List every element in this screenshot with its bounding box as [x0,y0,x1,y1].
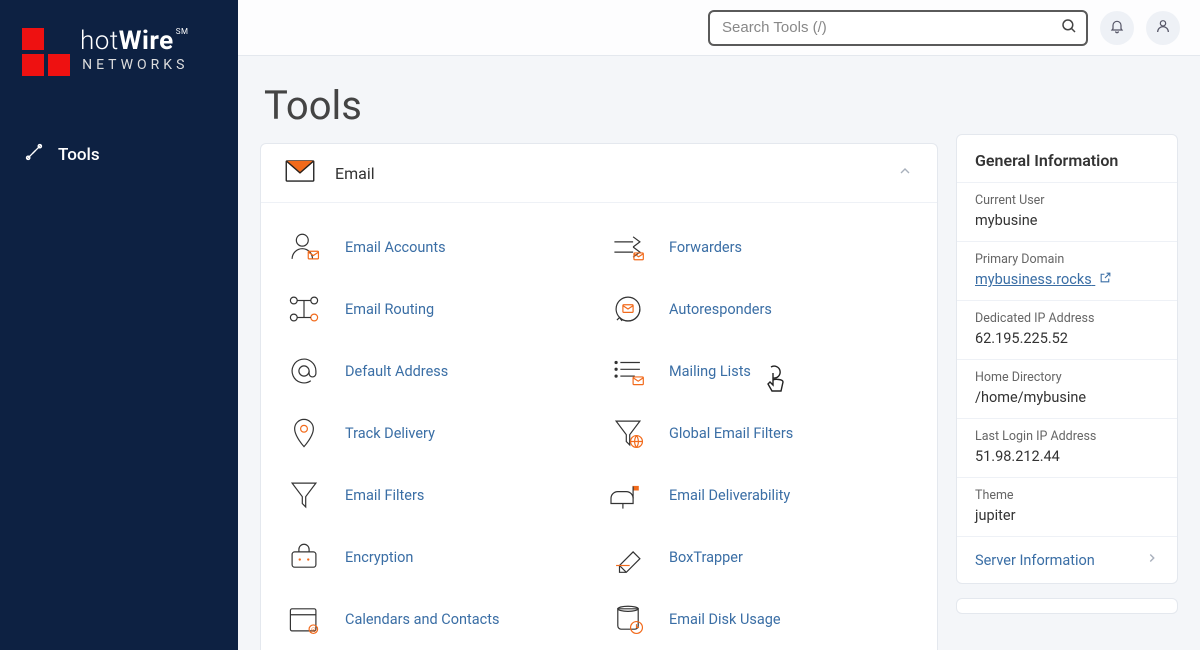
gi-value: 62.195.225.52 [975,330,1159,347]
user-icon [1155,18,1171,38]
tool-label: Mailing Lists [669,363,751,380]
search-input[interactable] [708,10,1088,46]
gi-value: jupiter [975,507,1159,524]
tool-label: Email Deliverability [669,487,790,504]
at-sign-icon [285,353,323,389]
funnel-globe-icon [609,415,647,451]
notifications-button[interactable] [1100,11,1134,45]
logo-mark-icon [22,28,70,76]
gi-value: /home/mybusine [975,389,1159,406]
gi-label: Current User [975,193,1159,208]
reply-mail-icon [609,291,647,327]
gi-label: Dedicated IP Address [975,311,1159,326]
mailbox-icon [609,477,647,513]
sidebar-nav: Tools [0,94,238,177]
general-info-panel: General Information Current User mybusin… [956,134,1178,584]
gi-home-directory: Home Directory /home/mybusine [957,359,1177,418]
gi-value-text: mybusiness.rocks [975,271,1092,288]
primary-domain-link[interactable]: mybusiness.rocks [975,271,1112,288]
gi-current-user: Current User mybusine [957,182,1177,241]
brand-logo: hotWireSM NETWORKS [0,0,238,94]
page-title: Tools [264,82,938,129]
search-icon[interactable] [1060,17,1078,39]
tool-label: Email Routing [345,301,434,318]
bell-icon [1109,18,1125,38]
gi-label: Primary Domain [975,252,1159,267]
cursor-tap-icon [759,361,789,397]
location-pin-icon [285,415,323,451]
tool-label: Autoresponders [669,301,772,318]
user-mail-icon [285,229,323,265]
sidebar-item-label: Tools [58,145,100,165]
gi-label: Home Directory [975,370,1159,385]
tool-forwarders[interactable]: Forwarders [609,229,913,265]
tool-encryption[interactable]: Encryption [285,539,589,575]
gi-dedicated-ip: Dedicated IP Address 62.195.225.52 [957,300,1177,359]
tool-label: Forwarders [669,239,742,256]
tool-autoresponders[interactable]: Autoresponders [609,291,913,327]
tool-email-deliverability[interactable]: Email Deliverability [609,477,913,513]
brand-subtitle: NETWORKS [80,58,188,72]
tool-email-disk-usage[interactable]: Email Disk Usage [609,601,913,637]
lock-briefcase-icon [285,539,323,575]
tool-boxtrapper[interactable]: BoxTrapper [609,539,913,575]
svg-text:@: @ [311,627,317,634]
forward-arrows-icon [609,229,647,265]
tool-grid: Email Accounts Forwarders [261,203,937,650]
wrench-icon [24,142,44,167]
tool-mailing-lists[interactable]: Mailing Lists [609,353,913,389]
chevron-right-icon [1145,551,1159,569]
tool-label: Email Accounts [345,239,446,256]
routing-icon [285,291,323,327]
gi-value: 51.98.212.44 [975,448,1159,465]
chevron-up-icon [897,163,913,183]
tool-email-accounts[interactable]: Email Accounts [285,229,589,265]
gi-last-login-ip: Last Login IP Address 51.98.212.44 [957,418,1177,477]
tool-label: Global Email Filters [669,425,793,442]
list-mail-icon [609,353,647,389]
tool-label: BoxTrapper [669,549,743,566]
eraser-icon [609,539,647,575]
server-info-label: Server Information [975,552,1095,569]
funnel-icon [285,477,323,513]
brand-name-heavy: Wire [119,26,174,56]
gi-primary-domain: Primary Domain mybusiness.rocks [957,241,1177,300]
brand-servicemark: SM [176,27,189,36]
gi-value: mybusine [975,212,1159,229]
sidebar-item-tools[interactable]: Tools [0,132,238,177]
email-panel: Email Email Accounts [260,143,938,650]
tool-email-routing[interactable]: Email Routing [285,291,589,327]
tool-calendars-contacts[interactable]: @ Calendars and Contacts [285,601,589,637]
tool-track-delivery[interactable]: Track Delivery [285,415,589,451]
disk-clock-icon [609,601,647,637]
calendar-at-icon: @ [285,601,323,637]
gi-theme: Theme jupiter [957,477,1177,536]
tool-label: Calendars and Contacts [345,611,499,628]
email-panel-header[interactable]: Email [261,144,937,203]
extra-panel [956,598,1178,614]
user-menu-button[interactable] [1146,11,1180,45]
mail-icon [285,160,315,186]
tool-label: Track Delivery [345,425,435,442]
general-info-title: General Information [957,135,1177,182]
tool-global-email-filters[interactable]: Global Email Filters [609,415,913,451]
email-panel-title: Email [335,164,375,183]
brand-name-light: hot [80,26,119,56]
tool-label: Email Disk Usage [669,611,781,628]
search-box [708,10,1088,46]
tool-label: Email Filters [345,487,424,504]
tool-label: Encryption [345,549,413,566]
tool-email-filters[interactable]: Email Filters [285,477,589,513]
gi-label: Last Login IP Address [975,429,1159,444]
main-area: Tools Email [238,0,1200,650]
sidebar: hotWireSM NETWORKS Tools [0,0,238,650]
gi-label: Theme [975,488,1159,503]
tool-default-address[interactable]: Default Address [285,353,589,389]
tool-label: Default Address [345,363,448,380]
external-link-icon [1099,271,1112,288]
topbar [238,0,1200,56]
server-information-link[interactable]: Server Information [957,536,1177,583]
